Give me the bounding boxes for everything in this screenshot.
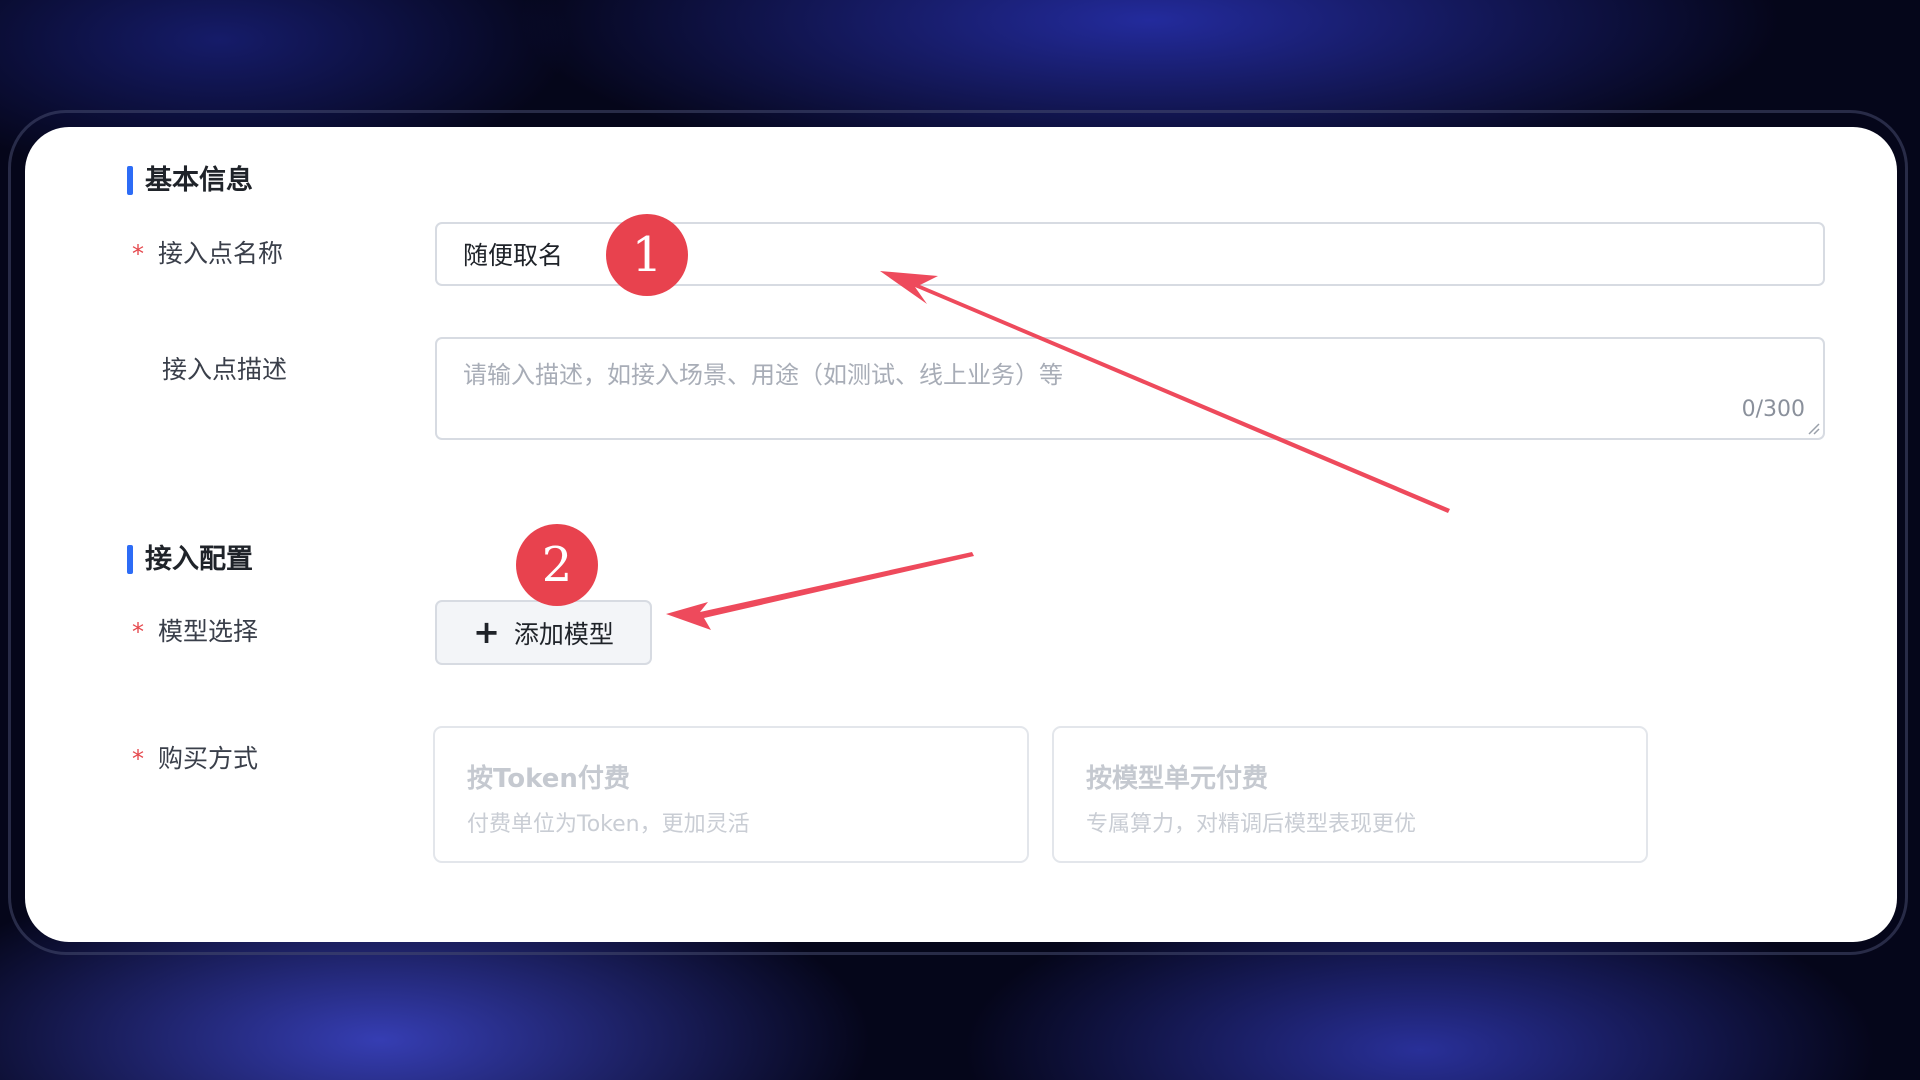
annotation-badge-1: 1	[606, 214, 688, 296]
arrow-to-name-input	[880, 271, 1450, 513]
arrow-to-add-model-button	[666, 552, 974, 630]
annotation-badge-2: 2	[516, 524, 598, 606]
annotation-arrows	[666, 271, 1450, 630]
